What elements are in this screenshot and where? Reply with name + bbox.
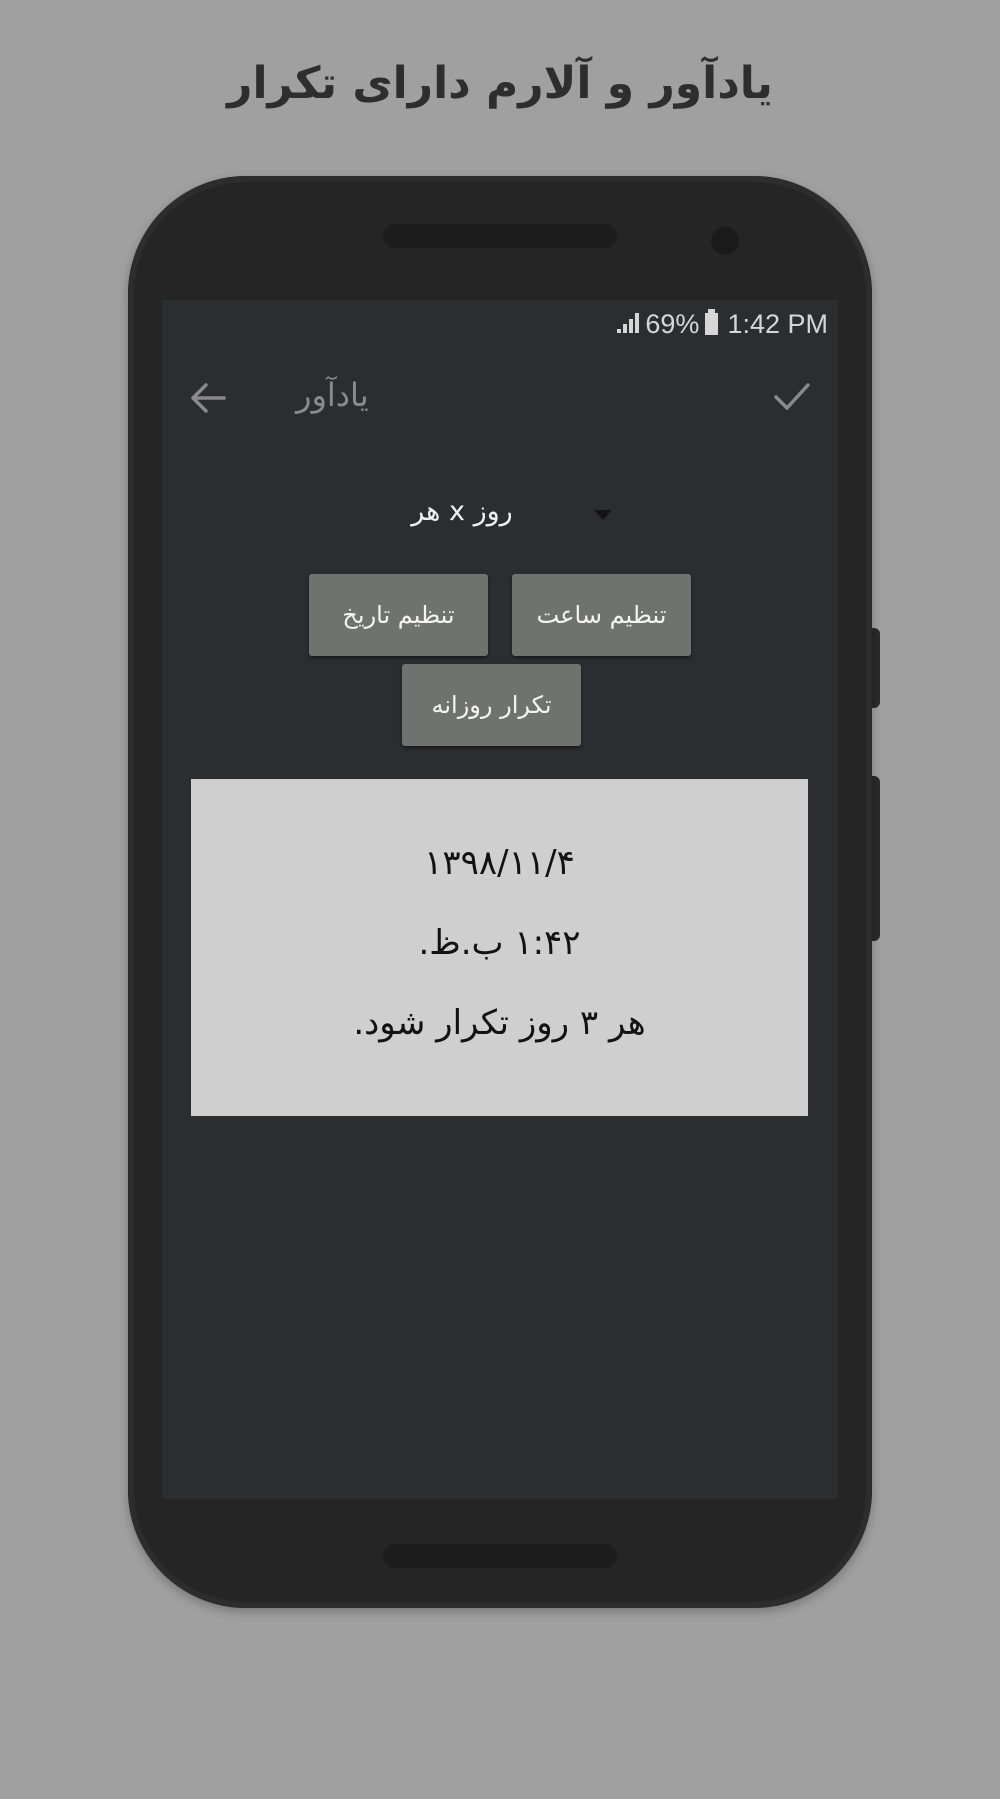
app-toolbar: یادآور bbox=[162, 360, 838, 436]
battery-icon bbox=[705, 309, 719, 335]
promo-headline: یادآور و آلارم دارای تکرار bbox=[227, 58, 773, 109]
summary-date: ۱۳۹۸/۱۱/۴ bbox=[424, 843, 575, 883]
battery-percent: 69% bbox=[645, 308, 700, 339]
app-screen: 69% 1:42 PM یادآور هر x روز تنظیم تاریخ … bbox=[162, 300, 838, 1499]
check-icon[interactable] bbox=[772, 378, 812, 414]
repeat-dropdown[interactable]: هر x روز bbox=[402, 492, 634, 536]
caret-down-icon bbox=[594, 510, 612, 520]
volume-button bbox=[872, 628, 880, 708]
set-date-button[interactable]: تنظیم تاریخ bbox=[309, 574, 488, 656]
set-time-button[interactable]: تنظیم ساعت bbox=[512, 574, 691, 656]
front-camera bbox=[711, 227, 739, 255]
status-bar: 69% 1:42 PM bbox=[615, 306, 828, 342]
arrow-left-icon[interactable] bbox=[188, 380, 228, 416]
bottom-speaker bbox=[383, 1544, 617, 1568]
daily-repeat-button[interactable]: تکرار روزانه bbox=[402, 664, 581, 746]
reminder-summary-card: ۱۳۹۸/۱۱/۴ ۱:۴۲ ب.ظ. هر ۳ روز تکرار شود. bbox=[191, 779, 808, 1116]
earpiece-speaker bbox=[383, 224, 617, 248]
toolbar-title: یادآور bbox=[296, 376, 369, 414]
signal-icon bbox=[617, 313, 640, 333]
summary-repeat: هر ۳ روز تکرار شود. bbox=[353, 1003, 646, 1043]
power-button bbox=[872, 776, 880, 941]
summary-time: ۱:۴۲ ب.ظ. bbox=[418, 923, 581, 963]
repeat-dropdown-value: هر x روز bbox=[411, 496, 513, 527]
status-time: 1:42 PM bbox=[727, 308, 828, 339]
